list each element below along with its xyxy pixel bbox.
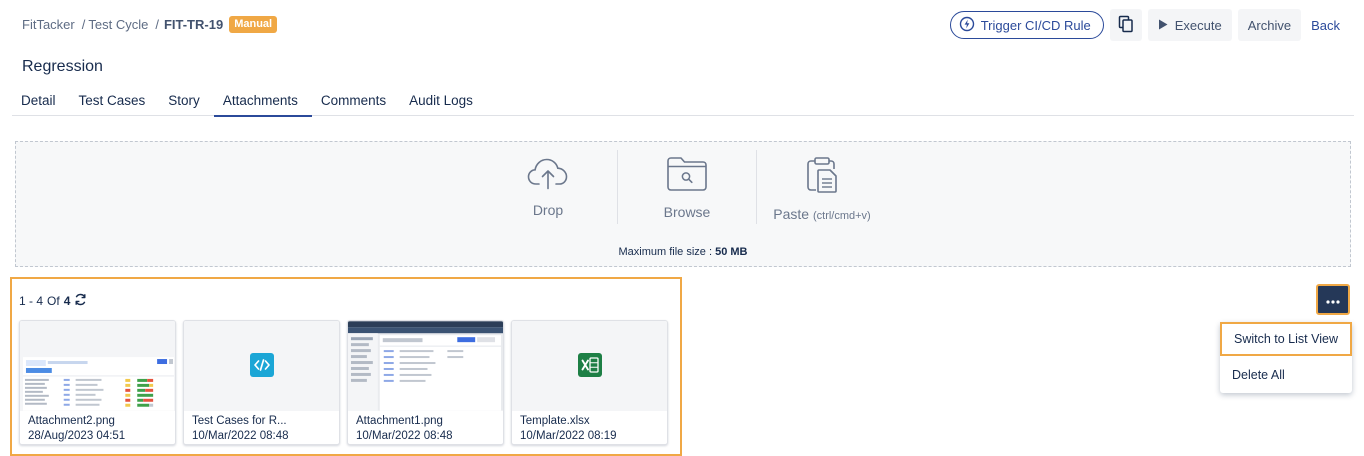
browse-option[interactable]: Browse — [618, 150, 756, 228]
attachment-card[interactable]: Attachment2.png 28/Aug/2023 04:51 — [19, 320, 176, 445]
upload-options: Drop Browse Paste (ctrl/cmd+v) — [16, 150, 1350, 228]
tab-detail[interactable]: Detail — [12, 86, 70, 116]
max-file-size-label: Maximum file size : — [618, 246, 713, 258]
status-badge: Manual — [229, 16, 278, 33]
attachment-name: Template.xlsx — [520, 415, 590, 427]
attachment-card[interactable]: Test Cases for R... 10/Mar/2022 08:48 — [183, 320, 340, 445]
range-text: 1 - 4 — [19, 294, 44, 308]
breadcrumb-current-key: FIT-TR-19 — [163, 17, 224, 32]
attachment-name: Attachment1.png — [356, 415, 443, 427]
breadcrumb-separator: / — [81, 17, 86, 32]
play-icon — [1158, 18, 1168, 33]
execute-label: Execute — [1174, 17, 1222, 33]
switch-to-list-view-menu-item[interactable]: Switch to List View — [1220, 322, 1352, 356]
tab-bar: Detail Test Cases Story Attachments Comm… — [12, 86, 1354, 117]
attachment-card[interactable]: Template.xlsx 10/Mar/2022 08:19 — [511, 320, 668, 445]
paste-shortcut-hint: (ctrl/cmd+v) — [812, 210, 871, 222]
attachment-date: 28/Aug/2023 04:51 — [28, 430, 126, 442]
code-file-icon — [249, 352, 274, 380]
execute-button[interactable]: Execute — [1147, 9, 1232, 41]
copy-icon — [1118, 15, 1134, 36]
tab-comments[interactable]: Comments — [312, 86, 400, 116]
paste-label: Paste (ctrl/cmd+v) — [773, 206, 870, 222]
file-thumbnail — [512, 321, 667, 411]
more-options-menu: Switch to List View Delete All — [1220, 322, 1352, 393]
file-thumbnail — [184, 321, 339, 411]
of-text: Of — [47, 294, 60, 308]
attachment-card[interactable]: Attachment1.png 10/Mar/2022 08:48 — [347, 320, 504, 445]
total-count: 4 — [63, 294, 71, 308]
breadcrumb-test-cycle[interactable]: Test Cycle — [88, 17, 148, 32]
breadcrumb-separator: / — [155, 17, 159, 32]
copy-button[interactable] — [1109, 9, 1142, 41]
attachment-cards: Attachment2.png 28/Aug/2023 04:51 Test C… — [19, 320, 668, 445]
archive-button[interactable]: Archive — [1237, 9, 1302, 41]
breadcrumb-project[interactable]: FitTacker — [22, 17, 75, 32]
drop-option[interactable]: Drop — [479, 150, 617, 228]
paste-text: Paste — [773, 206, 810, 222]
attachment-date: 10/Mar/2022 08:48 — [192, 430, 289, 442]
excel-file-icon — [577, 352, 602, 380]
image-thumbnail — [348, 321, 503, 411]
back-button[interactable]: Back — [1307, 9, 1344, 41]
pagination-count: 1 - 4 Of 4 — [19, 293, 87, 309]
attachments-gallery: 1 - 4 Of 4 Attachment2.png 28/Aug/2023 0… — [10, 277, 682, 456]
drop-label: Drop — [532, 202, 564, 218]
tab-story[interactable]: Story — [159, 86, 214, 116]
refresh-icon[interactable] — [74, 293, 87, 309]
attachment-name: Test Cases for R... — [192, 415, 287, 427]
breadcrumb: FitTacker / Test Cycle / FIT-TR-19 Manua… — [22, 16, 278, 33]
paste-option[interactable]: Paste (ctrl/cmd+v) — [757, 150, 887, 228]
tab-audit-logs[interactable]: Audit Logs — [400, 86, 487, 116]
browse-label: Browse — [663, 204, 711, 220]
folder-search-icon — [666, 156, 708, 192]
delete-all-menu-item[interactable]: Delete All — [1220, 358, 1352, 392]
max-file-size: Maximum file size : 50 MB — [16, 246, 1350, 258]
attachment-date: 10/Mar/2022 08:19 — [520, 430, 617, 442]
tab-attachments[interactable]: Attachments — [213, 86, 312, 117]
trigger-cicd-rule-label: Trigger CI/CD Rule — [980, 17, 1091, 33]
cloud-upload-icon — [527, 156, 569, 190]
image-thumbnail — [20, 321, 175, 411]
more-horizontal-icon — [1326, 292, 1340, 307]
lightning-icon — [959, 16, 975, 35]
max-file-size-value: 50 MB — [715, 246, 748, 258]
attachment-date: 10/Mar/2022 08:48 — [356, 430, 453, 442]
header-actions: Trigger CI/CD Rule Execute Archive Back — [949, 9, 1344, 41]
clipboard-icon — [805, 156, 839, 194]
tab-test-cases[interactable]: Test Cases — [70, 86, 160, 116]
more-options-button[interactable] — [1316, 284, 1350, 315]
attachment-name: Attachment2.png — [28, 415, 115, 427]
upload-dropzone[interactable]: Drop Browse Paste (ctrl/cmd+v) Maximum f… — [15, 141, 1351, 267]
page-title: Regression — [22, 58, 103, 75]
trigger-cicd-rule-button[interactable]: Trigger CI/CD Rule — [949, 11, 1104, 39]
